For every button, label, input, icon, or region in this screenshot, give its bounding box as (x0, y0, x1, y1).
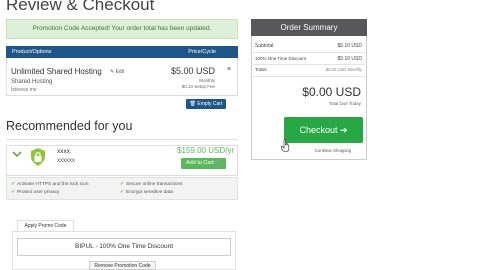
add-to-cart-label: Add to Cart (186, 160, 214, 166)
feature-item: ✓ Secure online transactions (120, 182, 183, 187)
check-icon: ✓ (11, 190, 16, 195)
discount-value: $5.10 USD (337, 56, 362, 62)
cart-icon: 🛒 (214, 160, 222, 166)
column-price-cycle: Price/Cycle (188, 49, 216, 55)
product-domain: bdnews.me (11, 87, 37, 93)
product-cycle: Monthly (199, 78, 215, 83)
product-group: Shared Hosting (11, 79, 53, 85)
recommended-price: $159.00 USD/yr (177, 146, 234, 155)
column-product-options: Product/Options (12, 49, 52, 55)
applied-promo-field[interactable]: BIPUL - 100% One Time Discount (17, 238, 231, 256)
recommended-product-sub: xxxxxx (57, 158, 75, 164)
edit-label: Edit (115, 69, 125, 75)
product-price: $5.00 USD (170, 66, 215, 76)
check-icon: ✓ (11, 182, 16, 187)
cart-item-row (6, 58, 238, 96)
arrow-right-icon: ➔ (340, 125, 348, 135)
remove-promo-button[interactable]: Remove Promotion Code (89, 261, 156, 270)
tab-apply-promo-code[interactable]: Apply Promo Code (17, 220, 74, 231)
total-due-label: Total Due Today (328, 101, 361, 106)
check-icon: ✓ (120, 182, 125, 187)
totals-value: $0.00 USD Monthly (325, 67, 362, 72)
hand-cursor-icon (281, 139, 290, 152)
product-name: Unlimited Shared Hosting (11, 67, 102, 76)
summary-divider (253, 76, 365, 77)
page-title: Review & Checkout (6, 0, 155, 14)
empty-cart-label: Empty Cart (197, 101, 223, 107)
recommended-product-name: xxxx (57, 148, 70, 155)
cart-table-header: Product/Options Price/Cycle (6, 46, 238, 58)
checkout-label: Checkout (299, 125, 338, 135)
feature-item: ✓ Activate HTTPS and the lock icon (11, 182, 89, 187)
section-divider (6, 139, 238, 140)
trash-icon: 🗑 (189, 101, 196, 107)
pencil-icon: ✎ (110, 69, 115, 75)
subtotal-value: $5.10 USD (337, 43, 362, 49)
order-summary-title: Order Summary (251, 19, 367, 36)
feature-item: ✓ Protect user privacy (11, 190, 60, 195)
total-amount: $0.00 USD (302, 85, 361, 99)
check-icon: ✓ (120, 190, 125, 195)
summary-divider (253, 52, 365, 53)
features-list (6, 177, 238, 200)
checkout-button[interactable]: Checkout ➔ (284, 117, 363, 143)
chevron-down-icon[interactable] (12, 150, 22, 158)
ssl-lock-icon (31, 148, 45, 166)
feature-item: ✓ Encrypt sensitive data (120, 190, 173, 195)
summary-divider (253, 64, 365, 65)
empty-cart-button[interactable]: 🗑 Empty Cart (186, 99, 226, 109)
product-setup-fee: $0.10 Setup Fee (181, 84, 215, 89)
recommended-title: Recommended for you (6, 119, 133, 133)
continue-shopping-link[interactable]: Continue Shopping (296, 148, 370, 153)
remove-item-button[interactable]: × (227, 66, 231, 73)
edit-product-link[interactable]: ✎ Edit (110, 69, 124, 75)
promo-success-alert: Promotion Code Accepted! Your order tota… (6, 19, 238, 39)
add-to-cart-button[interactable]: Add to Cart 🛒 (181, 158, 226, 169)
